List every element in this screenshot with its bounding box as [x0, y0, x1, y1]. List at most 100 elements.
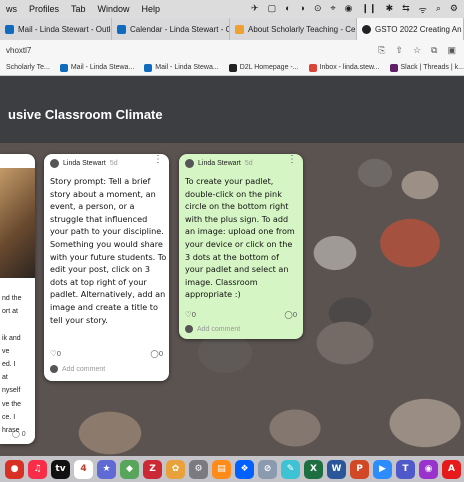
menubar-status-icons: ✈ ▢ ◐ ◑ ⊙ ⌖ ◉ ❙❙ ✱ ⇆ ᯤ ⌕ ⚙	[251, 3, 464, 16]
author-name: Linda Stewart	[63, 160, 106, 167]
tab-label: About Scholarly Teaching - Ce	[248, 24, 356, 34]
post-card-story-prompt[interactable]: Linda Stewart 5d ⋮ Story prompt: Tell a …	[44, 154, 169, 381]
dock-teams-icon[interactable]: T	[396, 459, 415, 479]
bookmark-d2l[interactable]: D2L Homepage -...	[228, 63, 299, 72]
more-options-icon[interactable]: ⋮	[153, 155, 163, 165]
dock-tv-icon[interactable]: tv	[51, 459, 70, 479]
address-bar[interactable]: vhoxtl7 ⎘ ⇧ ☆ ⧉ ▣	[0, 40, 464, 60]
more-options-icon[interactable]: ⋮	[287, 155, 297, 165]
calendar-icon	[117, 24, 126, 34]
like-count: 0	[56, 349, 61, 358]
menu-item-tab[interactable]: Tab	[71, 4, 86, 14]
add-comment-label: Add comment	[62, 365, 106, 373]
post-reactions: ♡0 ◯0	[185, 310, 297, 319]
site-icon	[235, 24, 244, 34]
comment-button[interactable]: ◯0	[150, 349, 163, 358]
like-button[interactable]: ♡0	[50, 349, 61, 358]
bookmark-mail-2[interactable]: Mail - Linda Stewa...	[144, 63, 219, 72]
dock-books-icon[interactable]: ▤	[212, 459, 231, 479]
dock-music-icon[interactable]: ♫	[28, 459, 47, 479]
macos-menubar: ws Profiles Tab Window Help ✈ ▢ ◐ ◑ ⊙ ⌖ …	[0, 0, 464, 18]
dock-acrobat-icon[interactable]: A	[442, 459, 461, 479]
status-icon[interactable]: ◑	[300, 3, 305, 16]
status-icon[interactable]: ❙❙	[361, 3, 376, 16]
dock-calendar-icon[interactable]: 4	[74, 459, 93, 479]
add-comment[interactable]: Add comment	[185, 325, 240, 333]
padlet-icon	[362, 24, 371, 34]
dock-pen-icon[interactable]: ✎	[281, 459, 300, 479]
url-text[interactable]: vhoxtl7	[6, 46, 31, 55]
add-comment-label: Add comment	[197, 325, 241, 333]
dock-star-icon[interactable]: ★	[97, 459, 116, 479]
menu-item-profiles[interactable]: Profiles	[29, 4, 59, 14]
dock-maps-icon[interactable]: ◆	[120, 459, 139, 479]
padlet-wall[interactable]: nd the ort at ik and ve ed. I at nyself …	[0, 143, 464, 456]
bookmark-label: Slack | Threads | k...	[400, 64, 464, 71]
dock-safari-icon[interactable]: ⊘	[258, 459, 277, 479]
comment-count: 0	[292, 310, 297, 319]
dock-dropbox-icon[interactable]: ❖	[235, 459, 254, 479]
menu-item-view[interactable]: ws	[6, 4, 17, 14]
padlet-header: usive Classroom Climate	[0, 77, 464, 143]
dock-powerpoint-icon[interactable]: P	[350, 459, 369, 479]
dock-excel-icon[interactable]: X	[304, 459, 323, 479]
bookmark-label: D2L Homepage -...	[239, 64, 299, 71]
control-center-icon[interactable]: ⚙	[450, 3, 458, 16]
wifi-icon[interactable]: ᯤ	[419, 3, 427, 16]
bluetooth-icon[interactable]: ✱	[386, 3, 394, 16]
post-body: Story prompt: Tell a brief story about a…	[50, 176, 167, 325]
add-comment[interactable]: Add comment	[50, 365, 105, 373]
bookmark-mail-1[interactable]: Mail - Linda Stewa...	[59, 63, 135, 72]
menu-item-window[interactable]: Window	[98, 4, 130, 14]
comment-button[interactable]: ◯0	[284, 310, 297, 319]
dock-zotero-icon[interactable]: Z	[143, 459, 162, 479]
status-icon[interactable]: ⇆	[402, 3, 410, 16]
like-button[interactable]: ♡0	[185, 310, 196, 319]
status-icon[interactable]: ◐	[285, 3, 290, 16]
tab-gsto-padlet[interactable]: GSTO 2022 Creating An I	[357, 18, 464, 40]
share-icon[interactable]: ⇧	[395, 45, 403, 56]
bookmark-scholarly[interactable]: Scholarly Te...	[6, 64, 50, 71]
slack-icon	[389, 63, 398, 72]
bookmark-label: Scholarly Te...	[6, 64, 50, 71]
status-icon[interactable]: ⊙	[314, 3, 322, 16]
status-icon[interactable]: ▢	[268, 3, 277, 16]
dock-chrome-icon[interactable]: ●	[5, 459, 24, 479]
author-name: Linda Stewart	[198, 160, 241, 167]
install-icon[interactable]: ⎘	[378, 45, 385, 56]
spotlight-icon[interactable]: ⌕	[436, 3, 441, 16]
dock-word-icon[interactable]: W	[327, 459, 346, 479]
bookmark-star-icon[interactable]: ☆	[413, 45, 421, 56]
like-count: 0	[191, 310, 196, 319]
bookmark-label: Mail - Linda Stewa...	[70, 64, 135, 71]
partial-post-card[interactable]: nd the ort at ik and ve ed. I at nyself …	[0, 154, 35, 444]
tab-label: Mail - Linda Stewart - Outlook	[18, 24, 111, 34]
browser-tab-strip: Mail - Linda Stewart - Outlook ✕ Calenda…	[0, 18, 464, 40]
bookmarks-bar: Scholarly Te... Mail - Linda Stewa... Ma…	[0, 60, 464, 76]
post-author: Linda Stewart 5d	[50, 159, 118, 168]
comment-count[interactable]: ◯ 0	[12, 430, 26, 438]
tab-mail[interactable]: Mail - Linda Stewart - Outlook ✕	[0, 18, 112, 40]
status-icon[interactable]: ◉	[345, 3, 353, 16]
sidebar-icon[interactable]: ▣	[447, 45, 456, 56]
menu-item-help[interactable]: Help	[142, 4, 161, 14]
dock-settings-icon[interactable]: ⚙	[189, 459, 208, 479]
dock-zoom-icon[interactable]: ▶	[373, 459, 392, 479]
outlook-icon	[144, 63, 153, 72]
status-icon[interactable]: ⌖	[331, 3, 336, 16]
dock-podcasts-icon[interactable]: ◉	[419, 459, 438, 479]
tab-calendar[interactable]: Calendar - Linda Stewart - Ou ✕	[112, 18, 230, 40]
extensions-icon[interactable]: ⧉	[431, 45, 437, 56]
bookmark-label: Mail - Linda Stewa...	[155, 64, 219, 71]
avatar	[50, 159, 59, 168]
post-author: Linda Stewart 5d	[185, 159, 253, 168]
bookmark-slack[interactable]: Slack | Threads | k...	[389, 63, 464, 72]
dock-photos-icon[interactable]: ✿	[166, 459, 185, 479]
avatar	[185, 159, 194, 168]
post-card-instructions[interactable]: Linda Stewart 5d ⋮ To create your padlet…	[179, 154, 303, 339]
post-image	[0, 168, 35, 278]
tab-scholarly-teaching[interactable]: About Scholarly Teaching - Ce ✕	[230, 18, 357, 40]
post-body-fragment: nd the ort at ik and ve ed. I at nyself …	[2, 295, 22, 435]
status-icon[interactable]: ✈	[251, 3, 259, 16]
bookmark-inbox[interactable]: Inbox - linda.stew...	[308, 63, 380, 72]
